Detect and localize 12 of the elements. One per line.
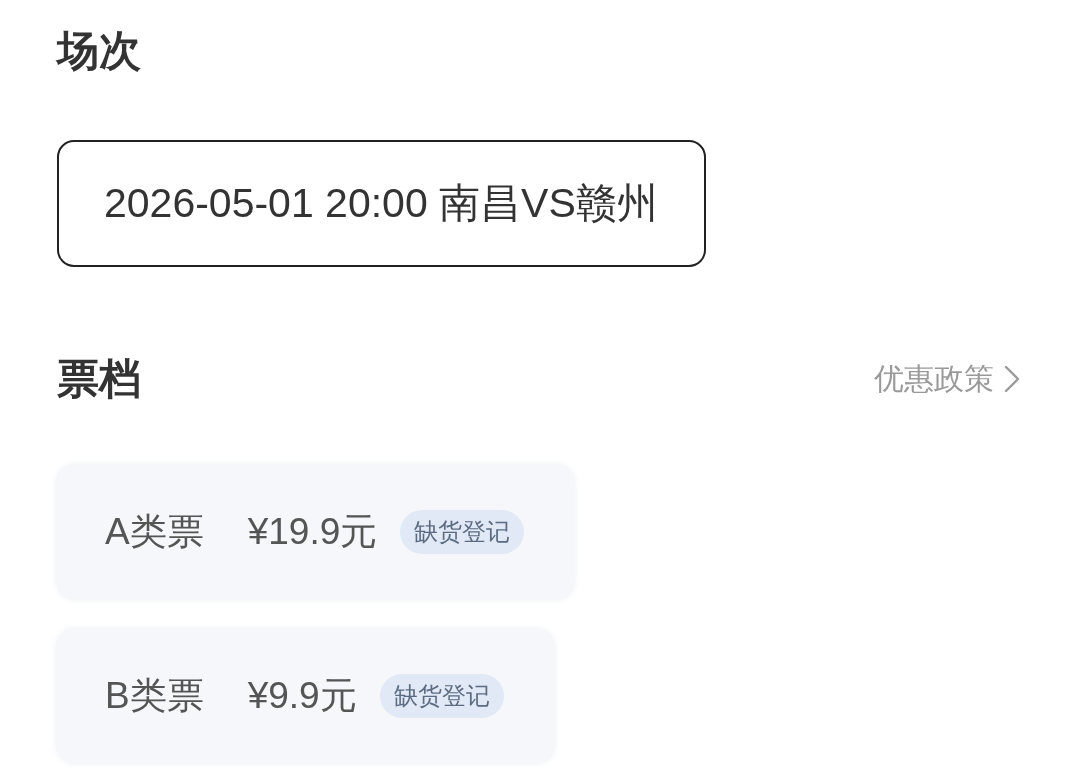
ticket-price: ¥9.9元	[247, 674, 357, 718]
ticket-name: B类票	[105, 674, 204, 718]
ticket-name: A类票	[105, 510, 204, 554]
waitlist-button[interactable]: 缺货登记	[400, 510, 525, 554]
session-option[interactable]: 2026-05-01 20:00 南昌VS赣州	[57, 140, 706, 267]
section-heading: 场次	[57, 28, 141, 74]
section-heading: 票档	[57, 356, 141, 402]
waitlist-button[interactable]: 缺货登记	[379, 674, 504, 718]
ticket-option[interactable]: B类票 ¥9.9元 缺货登记	[57, 629, 554, 763]
ticket-price: ¥19.9元	[247, 510, 378, 554]
ticket-option[interactable]: A类票 ¥19.9元 缺货登记	[57, 465, 575, 599]
chevron-right-icon	[1004, 365, 1020, 393]
